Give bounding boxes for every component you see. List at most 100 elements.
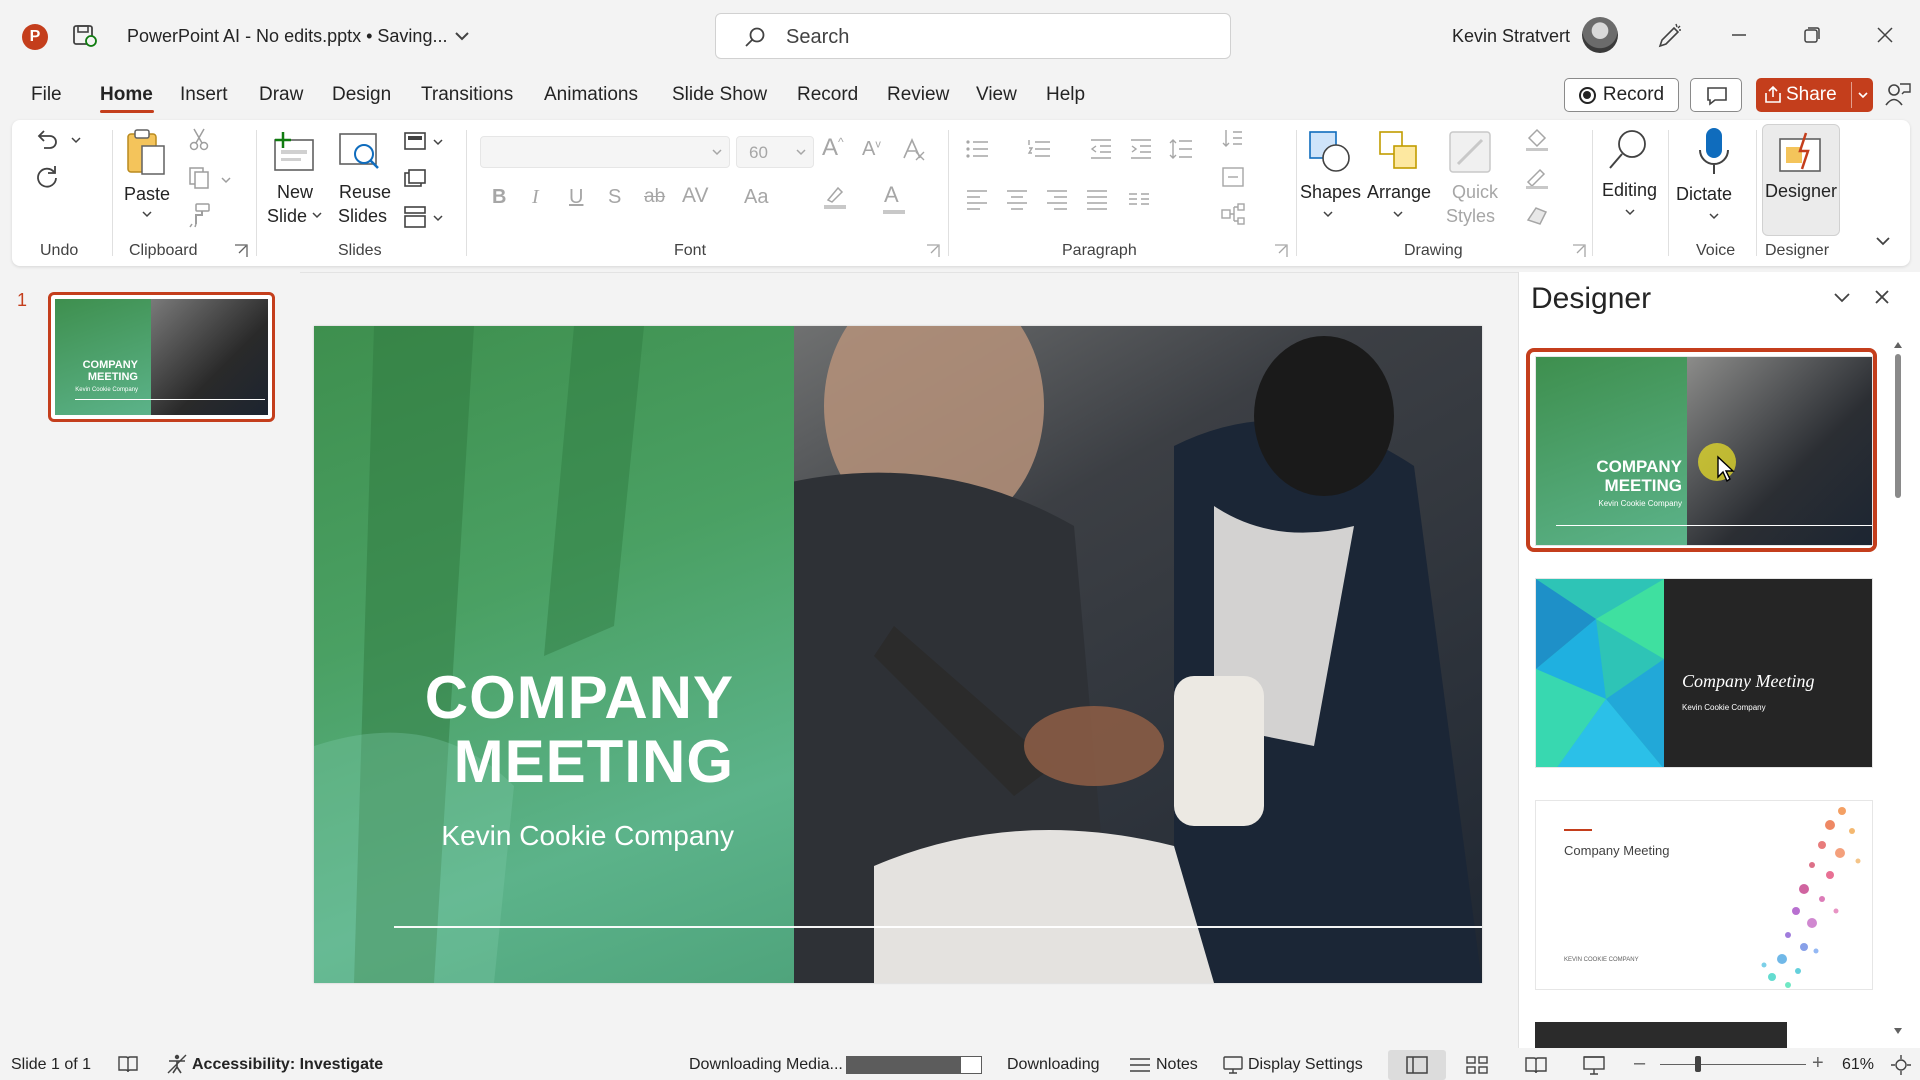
columns-icon[interactable]	[1126, 186, 1152, 212]
slide-sorter-icon[interactable]	[1465, 1055, 1489, 1075]
accessibility-icon[interactable]	[166, 1053, 188, 1075]
slide-title[interactable]: COMPANY MEETING	[374, 666, 734, 794]
tab-review[interactable]: Review	[887, 84, 949, 106]
justify-icon[interactable]	[1084, 186, 1110, 212]
redo-icon[interactable]	[34, 164, 60, 190]
minimize-icon[interactable]	[1724, 20, 1754, 50]
chevron-down-icon[interactable]	[70, 134, 82, 146]
reuse-slides-label[interactable]: Slides	[338, 204, 387, 228]
layout-icon[interactable]	[402, 128, 428, 154]
shape-outline-icon[interactable]	[1524, 164, 1550, 190]
section-icon[interactable]	[402, 204, 428, 230]
reset-slide-icon[interactable]	[402, 166, 428, 192]
line-spacing-icon[interactable]	[1168, 136, 1194, 162]
accessibility-status[interactable]: Accessibility: Investigate	[192, 1056, 383, 1074]
quick-styles-icon[interactable]	[1446, 128, 1494, 176]
shapes-icon[interactable]	[1306, 128, 1354, 176]
editing-label[interactable]: Editing	[1602, 178, 1657, 202]
designer-button[interactable]: Designer	[1762, 124, 1840, 236]
display-settings-icon[interactable]	[1222, 1055, 1244, 1075]
zoom-slider[interactable]	[1660, 1064, 1806, 1065]
dialog-launcher-icon[interactable]	[234, 244, 248, 258]
chevron-down-icon[interactable]	[1708, 210, 1720, 222]
document-title[interactable]: PowerPoint AI - No edits.pptx • Saving..…	[127, 26, 447, 47]
zoom-level[interactable]: 61%	[1842, 1056, 1874, 1074]
font-size-dropdown[interactable]: 60	[736, 136, 814, 168]
chevron-down-icon[interactable]	[1831, 286, 1853, 308]
format-painter-icon[interactable]	[186, 202, 212, 228]
smartart-icon[interactable]	[1220, 202, 1246, 228]
tab-transitions[interactable]: Transitions	[421, 84, 513, 106]
italic-button[interactable]: I	[532, 186, 539, 209]
new-slide-icon[interactable]	[269, 128, 317, 176]
search-input[interactable]: Search	[715, 13, 1231, 59]
decrease-indent-icon[interactable]	[1088, 136, 1114, 162]
decrease-font-size-icon[interactable]: Av	[862, 138, 881, 161]
tab-home[interactable]: Home	[100, 84, 153, 106]
chevron-down-icon[interactable]	[1322, 208, 1334, 220]
notes-button[interactable]: Notes	[1156, 1056, 1198, 1074]
share-button[interactable]: Share	[1756, 78, 1873, 112]
chevron-down-icon[interactable]	[311, 209, 323, 221]
character-spacing-button[interactable]: AV	[682, 184, 708, 208]
chevron-down-icon[interactable]	[141, 208, 153, 220]
tab-slide-show[interactable]: Slide Show	[672, 84, 767, 106]
strikethrough-button[interactable]: ab	[644, 186, 665, 208]
display-settings-button[interactable]: Display Settings	[1248, 1056, 1363, 1074]
restore-icon[interactable]	[1797, 20, 1827, 50]
comments-button[interactable]	[1690, 78, 1742, 112]
scrollbar-thumb[interactable]	[1895, 354, 1901, 498]
design-option[interactable]: COMPANY MEETING Kevin Cookie Company	[1535, 356, 1873, 546]
tab-animations[interactable]: Animations	[544, 84, 638, 106]
tab-view[interactable]: View	[976, 84, 1017, 106]
paste-label[interactable]: Paste	[124, 182, 170, 206]
quick-styles-label[interactable]: Styles	[1446, 204, 1495, 228]
dialog-launcher-icon[interactable]	[1274, 244, 1288, 258]
microphone-icon[interactable]	[1696, 126, 1732, 178]
user-name[interactable]: Kevin Stratvert	[1452, 26, 1570, 47]
zoom-slider-thumb[interactable]	[1695, 1056, 1701, 1072]
shapes-label[interactable]: Shapes	[1300, 180, 1361, 204]
slide[interactable]: COMPANY MEETING Kevin Cookie Company	[314, 326, 1482, 983]
ribbon-options-chevron-icon[interactable]	[1874, 232, 1892, 250]
cut-icon[interactable]	[186, 126, 212, 152]
editing-search-icon[interactable]	[1606, 126, 1654, 174]
record-button[interactable]: Record	[1564, 78, 1679, 112]
reuse-slides-icon[interactable]	[336, 128, 384, 176]
save-icon[interactable]	[72, 24, 98, 48]
paste-icon[interactable]	[124, 128, 168, 178]
normal-view-icon[interactable]	[1405, 1055, 1429, 1075]
align-left-icon[interactable]	[964, 186, 990, 212]
tab-insert[interactable]: Insert	[180, 84, 228, 106]
reading-view-icon[interactable]	[1524, 1055, 1548, 1075]
change-case-button[interactable]: Aa	[744, 186, 768, 209]
align-center-icon[interactable]	[1004, 186, 1030, 212]
font-color-icon[interactable]: A	[884, 182, 899, 208]
dialog-launcher-icon[interactable]	[926, 244, 940, 258]
slide-thumbnail[interactable]: COMPANY MEETING Kevin Cookie Company	[48, 292, 275, 422]
shadow-button[interactable]: S	[608, 186, 621, 209]
clear-formatting-icon[interactable]	[900, 136, 926, 162]
chevron-down-icon[interactable]	[432, 136, 444, 148]
increase-indent-icon[interactable]	[1128, 136, 1154, 162]
arrange-icon[interactable]	[1376, 128, 1424, 176]
chevron-down-icon[interactable]	[452, 26, 472, 46]
font-name-dropdown[interactable]	[480, 136, 730, 168]
increase-font-size-icon[interactable]: A^	[822, 134, 844, 162]
copy-icon[interactable]	[186, 164, 212, 190]
arrange-label[interactable]: Arrange	[1367, 180, 1431, 204]
design-option[interactable]: Company Meeting Kevin Cookie Company	[1535, 578, 1873, 768]
zoom-out-button[interactable]: –	[1634, 1052, 1645, 1075]
pen-icon[interactable]	[1654, 22, 1684, 52]
tab-file[interactable]: File	[31, 84, 62, 106]
zoom-in-button[interactable]: +	[1812, 1052, 1824, 1075]
tab-draw[interactable]: Draw	[259, 84, 303, 106]
numbering-icon[interactable]	[1026, 136, 1052, 162]
underline-button[interactable]: U	[569, 186, 583, 209]
bold-button[interactable]: B	[492, 186, 506, 209]
reuse-slides-label[interactable]: Reuse	[339, 180, 391, 204]
dialog-launcher-icon[interactable]	[1572, 244, 1586, 258]
new-slide-label[interactable]: New	[277, 180, 313, 204]
fit-to-window-icon[interactable]	[1890, 1054, 1912, 1076]
align-text-icon[interactable]	[1220, 164, 1246, 190]
